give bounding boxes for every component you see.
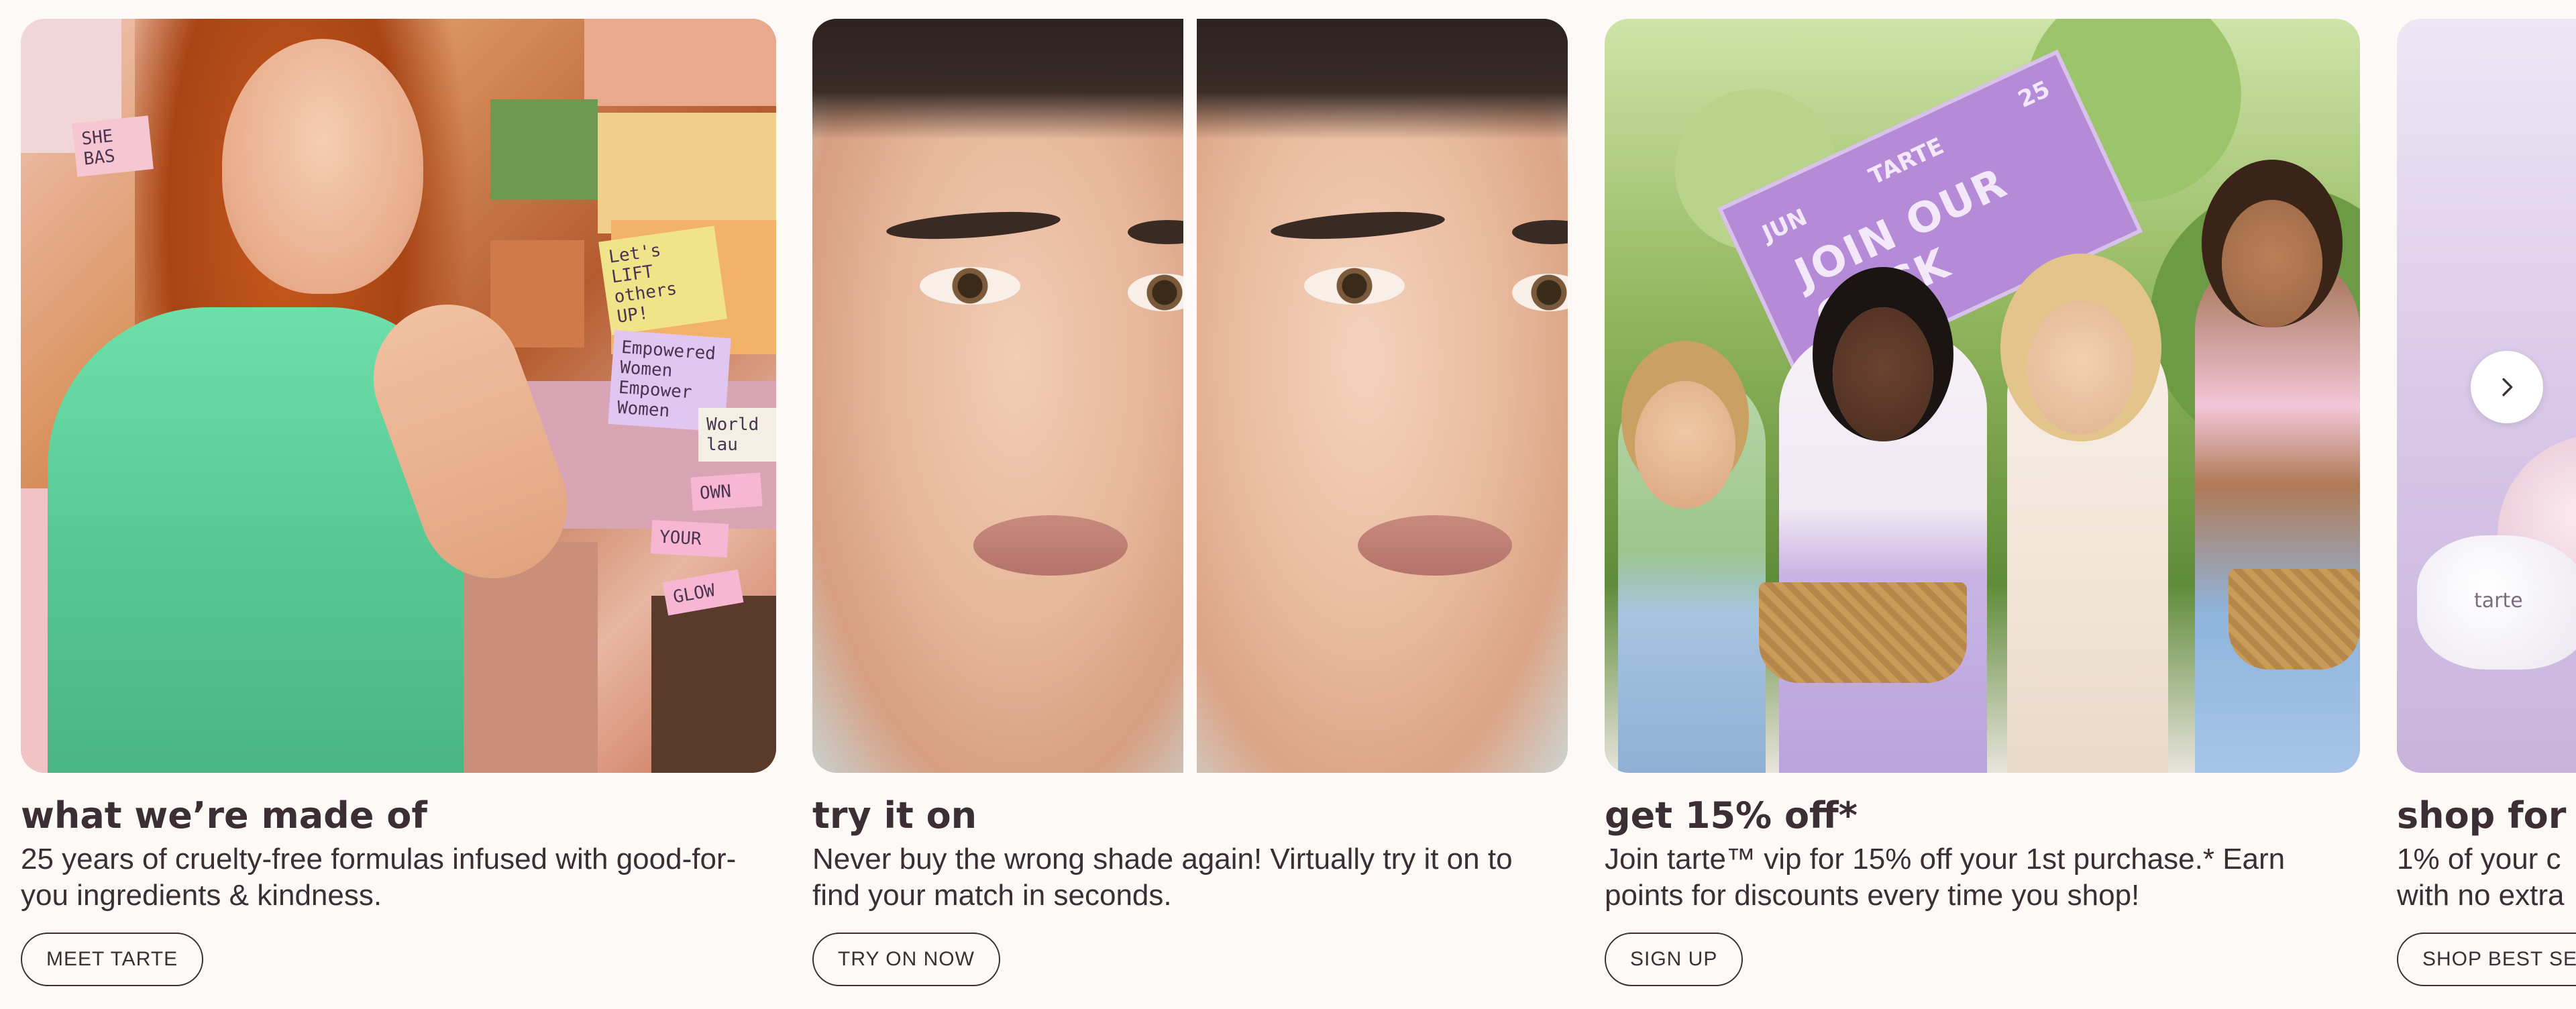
card-image-before-after[interactable] [812,19,1568,773]
card-title: try it on [812,794,977,837]
card-title: shop for [2397,794,2567,837]
collage-tile [584,19,776,106]
card-image-vip-models[interactable]: JOIN OUR CLICK JUN TARTE 25 [1605,19,2360,773]
card-description: 25 years of cruelty-free formulas infuse… [21,843,737,912]
promo-card-get-15-off[interactable]: JOIN OUR CLICK JUN TARTE 25 get 15% off*… [1605,19,2360,986]
lips [973,515,1128,576]
chevron-right-icon [2502,378,2513,396]
model-1-head [1635,381,1735,509]
promo-card-try-it-on[interactable]: try it on Never buy the wrong shade agai… [812,19,1568,986]
sign-number: 25 [2014,75,2055,114]
card-image-collage[interactable]: SHE BAS Let's LIFT others UP! Empowered … [21,19,776,773]
bike-basket [1759,582,1967,683]
shop-best-sellers-button[interactable]: SHOP BEST SE [2397,933,2576,986]
bike-basket [2229,569,2360,670]
collage-note: World lau [698,408,776,462]
collage-note: OWN [690,472,763,511]
collage-tile [490,99,598,200]
eyebrow [1512,220,1568,244]
card-description-line: with no extra [2397,879,2565,912]
model-4 [2195,250,2360,773]
sign-brand: TARTE [1864,132,1948,191]
eyebrow [1270,207,1446,244]
eye [1512,274,1568,311]
collage-note: YOUR [650,520,729,557]
before-face [812,19,1208,773]
card-description: 1% of your c with no extra [2397,841,2576,914]
collage-tile [598,113,776,233]
hair [1197,19,1568,140]
card-description: Never buy the wrong shade again! Virtual… [812,843,1513,912]
before-after-divider [1183,19,1197,773]
collage-note: Let's LIFT others UP! [598,225,727,335]
promo-card-what-were-made-of[interactable]: SHE BAS Let's LIFT others UP! Empowered … [21,19,776,986]
model-3-head [2027,301,2135,435]
lips [1358,515,1512,576]
card-title: what we’re made of [21,794,427,837]
eyebrow [885,207,1061,244]
promo-carousel: SHE BAS Let's LIFT others UP! Empowered … [0,0,2576,1009]
model-2-head [1833,307,1933,441]
promo-card-shop-for[interactable]: tarte shop for 1% of your c with no extr… [2397,19,2576,986]
card-description-line: 1% of your c [2397,843,2561,875]
card-description: Join tarte™ vip for 15% off your 1st pur… [1605,843,2286,912]
eye [1304,267,1405,305]
collage-note: SHE BAS [72,115,154,177]
model-face [222,39,423,294]
eye [920,267,1020,305]
try-on-now-button[interactable]: TRY ON NOW [812,933,1000,986]
carousel-next-button[interactable] [2471,351,2543,423]
collage-tile [651,596,776,773]
card-title: get 15% off* [1605,794,1858,837]
meet-tarte-button[interactable]: MEET TARTE [21,933,204,986]
sign-month: JUN [1758,203,1812,248]
model-4-head [2222,200,2322,327]
sign-up-button[interactable]: SIGN UP [1605,933,1743,986]
puff-brand-label: tarte [2474,589,2523,613]
hair [812,19,1183,140]
after-face [1197,19,1568,773]
